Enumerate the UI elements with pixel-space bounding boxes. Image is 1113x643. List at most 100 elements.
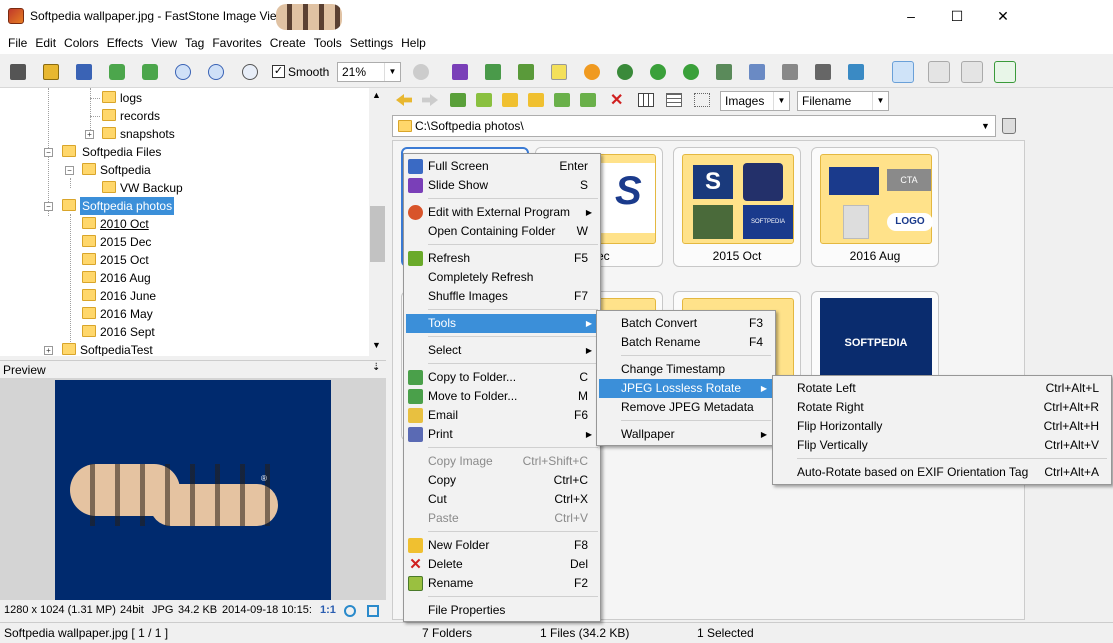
expand-icon[interactable]: + [85,130,94,139]
back-icon[interactable] [396,94,412,106]
menu-item-print[interactable]: Print ▶ [404,425,600,444]
app-icon[interactable] [8,8,24,24]
menu-item-rotate-right[interactable]: Rotate Right Ctrl+Alt+R [773,398,1111,417]
menu-item-remove-metadata[interactable]: Remove JPEG Metadata [597,398,775,417]
crop-icon[interactable] [518,64,534,80]
menu-help[interactable]: Help [397,32,430,54]
rotate-left-icon[interactable] [650,64,666,80]
chevron-down-icon[interactable]: ▼ [981,116,990,136]
tree-node-2016-june[interactable]: 2016 June [100,287,156,305]
thumbnail-item[interactable]: CTA LOGO 2016 Aug [811,147,939,267]
layout-1-icon[interactable] [892,61,914,83]
menu-item-open-folder[interactable]: Open Containing Folder W [404,222,600,241]
zoom-select[interactable]: 21% ▼ [337,62,401,82]
tree-node-softpedia-photos[interactable]: Softpedia photos [80,197,175,215]
menu-item-jpeg-rotate[interactable]: JPEG Lossless Rotate ▶ [599,379,773,398]
menu-tag[interactable]: Tag [181,32,208,54]
smooth-checkbox[interactable]: ✓ [272,65,285,78]
menu-item-cut[interactable]: Cut Ctrl+X [404,490,600,509]
tree-node-2016-aug[interactable]: 2016 Aug [100,269,151,287]
print-icon[interactable] [815,64,831,80]
tree-node-softpediatest[interactable]: SoftpediaTest [80,341,153,356]
list-view-icon[interactable] [694,93,710,107]
color-balance-icon[interactable] [551,64,567,80]
fullscreen-icon[interactable] [994,61,1016,83]
fit-icon[interactable] [344,605,356,617]
menu-item-rotate-left[interactable]: Rotate Left Ctrl+Alt+L [773,379,1111,398]
menu-item-shuffle[interactable]: Shuffle Images F7 [404,287,600,306]
menu-item-rename[interactable]: Rename F2 [404,574,600,593]
copy-to-icon[interactable] [554,93,570,107]
tree-node-snapshots[interactable]: snapshots [120,125,175,143]
refresh-icon[interactable] [476,93,492,107]
menu-item-completely-refresh[interactable]: Completely Refresh [404,268,600,287]
menu-item-wallpaper[interactable]: Wallpaper ▶ [597,425,775,444]
red-eye-icon[interactable] [617,64,633,80]
tree-node-2016-sept[interactable]: 2016 Sept [100,323,155,341]
tree-node-2015-dec[interactable]: 2015 Dec [100,233,151,251]
menu-colors[interactable]: Colors [60,32,103,54]
menu-item-email[interactable]: Email F6 [404,406,600,425]
menu-file[interactable]: File [4,32,31,54]
path-bar[interactable]: C:\Softpedia photos\ ▼ [392,115,996,137]
collapse-icon[interactable]: − [65,166,74,175]
detail-view-icon[interactable] [666,93,682,107]
camera-icon[interactable] [10,64,26,80]
menu-item-copy-to[interactable]: Copy to Folder... C [404,368,600,387]
menu-item-auto-rotate[interactable]: Auto-Rotate based on EXIF Orientation Ta… [773,463,1111,482]
properties-icon[interactable] [848,64,864,80]
collapse-icon[interactable]: − [44,202,53,211]
scroll-thumb[interactable] [370,206,385,262]
scroll-down-icon[interactable]: ▼ [372,340,381,350]
menu-item-batch-rename[interactable]: Batch Rename F4 [597,333,775,352]
brightness-icon[interactable] [584,64,600,80]
layout-3-icon[interactable] [961,61,983,83]
tree-scrollbar[interactable]: ▲ ▼ [369,88,386,356]
rotate-right-icon[interactable] [683,64,699,80]
zoom-in-icon[interactable] [175,64,191,80]
expand-icon[interactable]: + [44,346,53,355]
menu-item-flip-vertically[interactable]: Flip Vertically Ctrl+Alt+V [773,436,1111,455]
fullsize-icon[interactable] [367,605,379,617]
menu-item-paste[interactable]: Paste Ctrl+V [404,509,600,528]
compare-icon[interactable] [749,64,765,80]
close-button[interactable]: ✕ [980,0,1026,32]
up-folder-icon[interactable] [450,93,466,107]
resize-icon[interactable] [485,64,501,80]
menu-create[interactable]: Create [266,32,310,54]
menu-settings[interactable]: Settings [346,32,397,54]
collapse-icon[interactable]: − [44,148,53,157]
actual-size-icon[interactable] [242,64,258,80]
prev-icon[interactable] [109,64,125,80]
menu-item-copy-image[interactable]: Copy Image Ctrl+Shift+C [404,452,600,471]
hand-tool-icon[interactable] [413,64,429,80]
menu-item-flip-horizontally[interactable]: Flip Horizontally Ctrl+Alt+H [773,417,1111,436]
collapse-preview-icon[interactable]: ⇣ [372,362,380,373]
tree-node-2015-oct[interactable]: 2015 Oct [100,251,149,269]
menu-item-copy[interactable]: Copy Ctrl+C [404,471,600,490]
menu-favorites[interactable]: Favorites [208,32,265,54]
layout-2-icon[interactable] [928,61,950,83]
sort-select[interactable]: Filename ▼ [797,91,889,111]
path-input[interactable]: C:\Softpedia photos\ [415,116,524,136]
move-to-icon[interactable] [580,93,596,107]
slideshow-icon[interactable] [452,64,468,80]
tree-node-2016-may[interactable]: 2016 May [100,305,153,323]
menu-item-full-screen[interactable]: Full Screen Enter [404,157,600,176]
menu-item-edit-external[interactable]: Edit with External Program ▶ [404,203,600,222]
draw-icon[interactable] [782,64,798,80]
tree-node-records[interactable]: records [120,107,160,125]
menu-tools[interactable]: Tools [310,32,346,54]
menu-effects[interactable]: Effects [103,32,147,54]
menu-item-batch-convert[interactable]: Batch Convert F3 [597,314,775,333]
zoom-out-icon[interactable] [208,64,224,80]
maximize-button[interactable]: ☐ [934,0,980,32]
favorites-icon[interactable] [502,93,518,107]
menu-item-delete[interactable]: ✕ Delete Del [404,555,600,574]
new-folder-icon[interactable] [528,93,544,107]
save-icon[interactable] [76,64,92,80]
menu-item-select[interactable]: Select ▶ [404,341,600,360]
menu-item-refresh[interactable]: Refresh F5 [404,249,600,268]
tree-node-softpedia-files[interactable]: Softpedia Files [82,143,161,161]
menu-item-tools[interactable]: Tools ▶ [406,314,598,333]
